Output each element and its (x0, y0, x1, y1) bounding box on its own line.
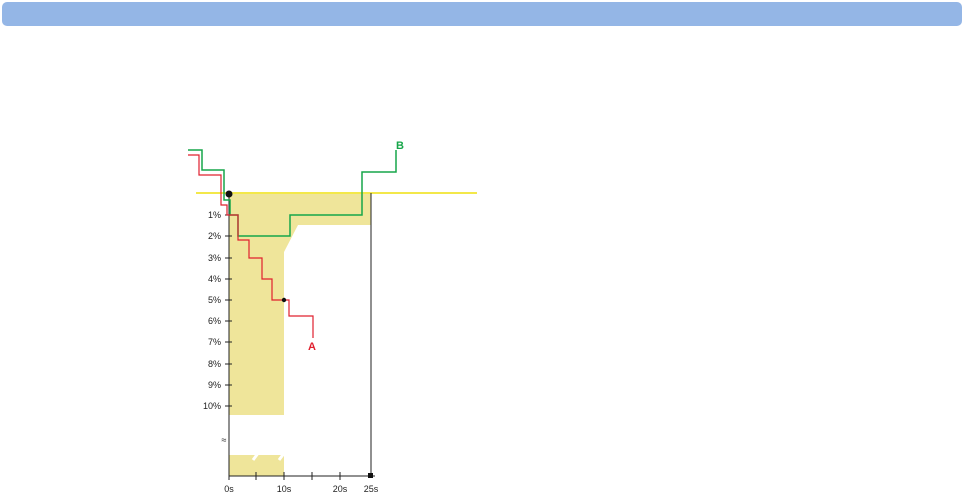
y-tick-label: 10% (203, 401, 221, 411)
x-tick-label: 10s (277, 484, 292, 494)
desaturation-diagram: 1% 2% 3% 4% 5% 6% 7% 8% 9% 10% ≈ 0s 10s … (188, 140, 477, 494)
y-tick-label: 2% (208, 231, 221, 241)
y-tick-label: 6% (208, 316, 221, 326)
curve-a-point (281, 297, 287, 303)
axis-break-symbol: ≈ (222, 435, 227, 445)
marker-square-25s (368, 473, 373, 478)
y-tick-label: 5% (208, 295, 221, 305)
curve-b-label: B (396, 140, 404, 152)
y-tick-label: 7% (208, 337, 221, 347)
y-tick-label: 9% (208, 380, 221, 390)
x-tick-label: 20s (333, 484, 348, 494)
y-tick-label: 8% (208, 359, 221, 369)
break-mark (251, 417, 287, 429)
x-tick-label: 25s (364, 484, 379, 494)
shaded-region (229, 193, 371, 415)
curve-a-label: A (308, 341, 316, 353)
start-point (225, 190, 233, 198)
y-tick-label: 1% (208, 210, 221, 220)
y-tick-label: 4% (208, 274, 221, 284)
y-tick-label: 3% (208, 253, 221, 263)
x-tick-label: 0s (224, 484, 234, 494)
